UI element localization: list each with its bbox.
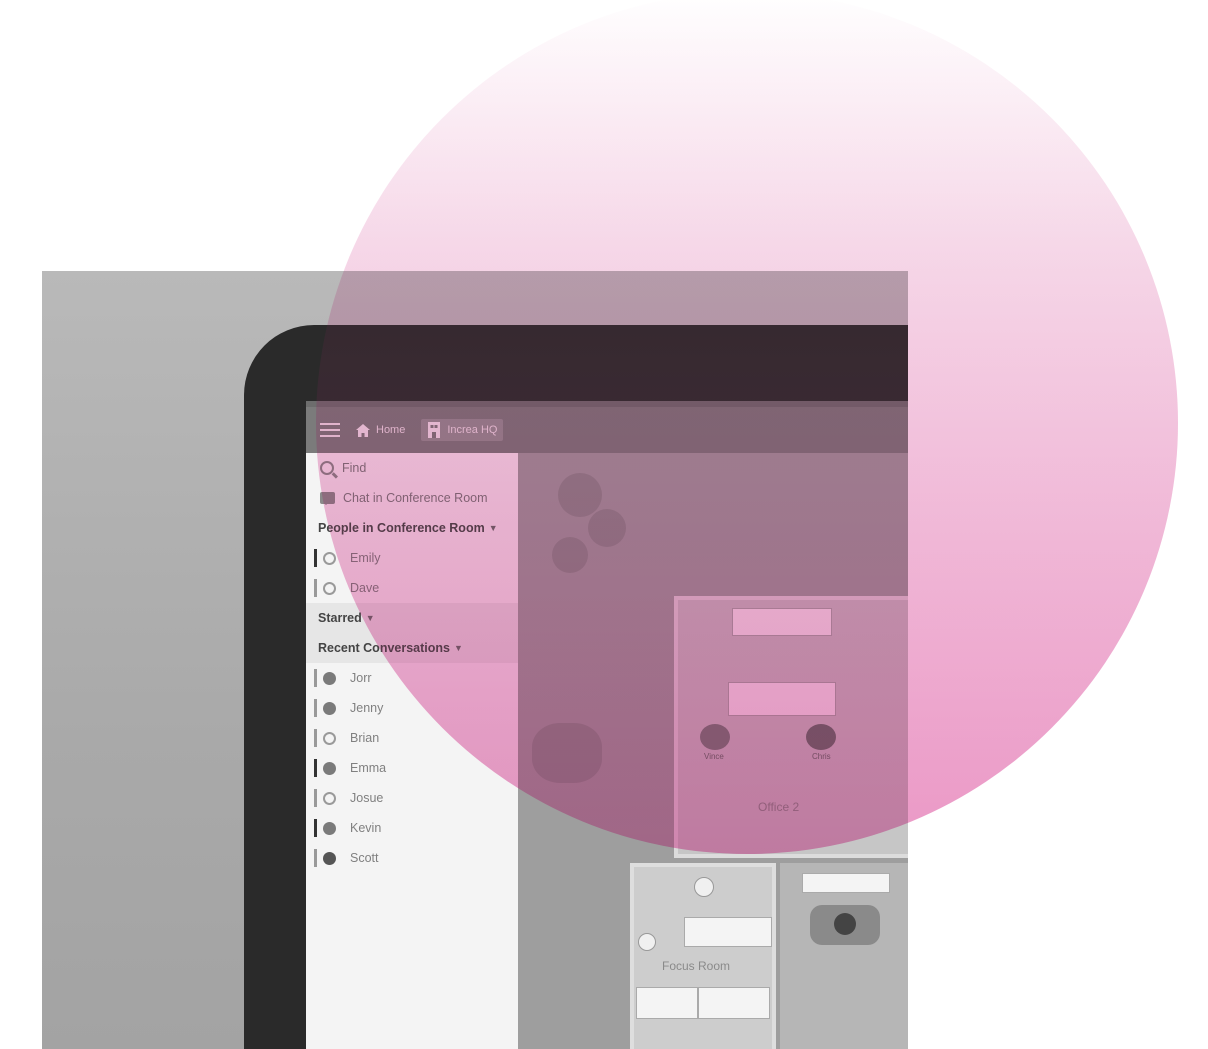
- status-icon: [323, 851, 336, 865]
- laptop-photo: Home Increa HQ Find Chat in Conference R…: [42, 271, 908, 1049]
- status-icon: [323, 821, 336, 835]
- person-name: Jorr: [350, 671, 372, 685]
- person-name: Kevin: [350, 821, 382, 835]
- recent-section-title: Recent Conversations: [318, 641, 450, 655]
- status-icon: [323, 581, 336, 595]
- list-item[interactable]: Emma: [306, 753, 518, 783]
- plant-decoration: [532, 723, 602, 783]
- people-section-title: People in Conference Room: [318, 521, 485, 535]
- starred-section-title: Starred: [318, 611, 362, 625]
- focus-room[interactable]: Focus Room: [630, 863, 776, 1049]
- stool: [694, 877, 714, 897]
- list-item[interactable]: Kevin: [306, 813, 518, 843]
- app-screen: Home Increa HQ Find Chat in Conference R…: [306, 401, 908, 1049]
- avatar: [834, 913, 856, 935]
- home-label: Home: [376, 424, 406, 436]
- chevron-down-icon: ▼: [488, 523, 498, 533]
- presence-bar: [314, 699, 317, 717]
- presence-bar: [314, 729, 317, 747]
- person-name: Brian: [350, 731, 380, 745]
- room-label: Office 2: [758, 800, 800, 814]
- hamburger-menu-icon[interactable]: [320, 423, 340, 437]
- person-name: Jenny: [350, 701, 384, 715]
- presence-bar: [314, 579, 317, 597]
- chat-bubble-icon: [320, 492, 335, 505]
- status-icon: [323, 761, 336, 775]
- presence-bar: [314, 789, 317, 807]
- location-breadcrumb[interactable]: Increa HQ: [421, 419, 504, 441]
- home-breadcrumb[interactable]: Home: [350, 421, 411, 440]
- avatar-name: Vince: [704, 752, 724, 761]
- person-name: Emily: [350, 551, 381, 565]
- list-item[interactable]: Dave: [306, 573, 518, 603]
- presence-bar: [314, 849, 317, 867]
- list-item[interactable]: Emily: [306, 543, 518, 573]
- desk: [802, 873, 890, 893]
- find-label: Find: [342, 461, 367, 475]
- search-icon: [320, 461, 334, 475]
- status-icon: [323, 791, 336, 805]
- chevron-down-icon: ▼: [365, 613, 375, 623]
- list-item[interactable]: Josue: [306, 783, 518, 813]
- stool: [638, 933, 656, 951]
- find-button[interactable]: Find: [306, 453, 518, 483]
- sidebar: Find Chat in Conference Room People in C…: [306, 453, 518, 1049]
- desk: [728, 682, 836, 716]
- list-item[interactable]: Scott: [306, 843, 518, 873]
- presence-bar: [314, 669, 317, 687]
- desk: [698, 987, 770, 1019]
- person-name: Josue: [350, 791, 384, 805]
- recent-section-header[interactable]: Recent Conversations ▼: [306, 633, 518, 663]
- desk: [684, 917, 772, 947]
- floor-plan-map[interactable]: Vince Chris Office 2 Focus Room: [518, 453, 908, 1049]
- office-room[interactable]: Vince Chris Office 2: [674, 596, 908, 858]
- status-icon: [323, 551, 336, 565]
- presence-bar: [314, 819, 317, 837]
- people-section-header[interactable]: People in Conference Room ▼: [306, 513, 518, 543]
- avatar-name: Chris: [812, 752, 831, 761]
- chevron-down-icon: ▼: [453, 643, 463, 653]
- desk: [636, 987, 698, 1019]
- person-name: Emma: [350, 761, 387, 775]
- status-icon: [323, 701, 336, 715]
- plant-decoration: [588, 509, 626, 547]
- location-label: Increa HQ: [447, 424, 498, 436]
- person-name: Dave: [350, 581, 380, 595]
- person-name: Scott: [350, 851, 379, 865]
- adjacent-room: [780, 863, 908, 1049]
- chat-in-room-button[interactable]: Chat in Conference Room: [306, 483, 518, 513]
- plant-decoration: [552, 537, 588, 573]
- presence-bar: [314, 549, 317, 567]
- avatar[interactable]: [806, 724, 836, 750]
- starred-section-header[interactable]: Starred ▼: [306, 603, 518, 633]
- building-icon: [428, 422, 441, 438]
- desk: [732, 608, 832, 636]
- list-item[interactable]: Jorr: [306, 663, 518, 693]
- top-navigation-bar: Home Increa HQ: [306, 407, 908, 453]
- status-icon: [323, 731, 336, 745]
- home-icon: [356, 423, 370, 437]
- presence-bar: [314, 759, 317, 777]
- chat-label: Chat in Conference Room: [343, 491, 488, 505]
- plant-decoration: [558, 473, 602, 517]
- status-icon: [323, 671, 336, 685]
- list-item[interactable]: Jenny: [306, 693, 518, 723]
- list-item[interactable]: Brian: [306, 723, 518, 753]
- room-label: Focus Room: [662, 959, 731, 973]
- avatar[interactable]: [700, 724, 730, 750]
